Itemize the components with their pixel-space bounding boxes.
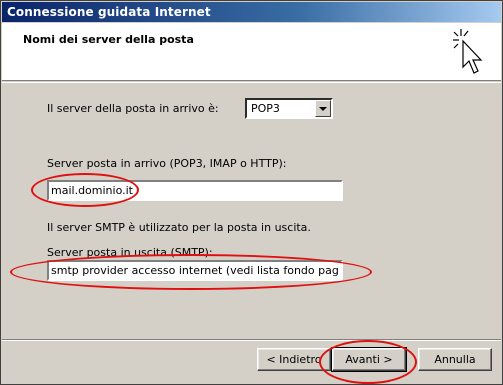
next-button[interactable]: Avanti >: [331, 347, 407, 372]
outgoing-server-field[interactable]: [47, 260, 343, 281]
cursor-sparkle-icon: [453, 29, 483, 74]
title-bar[interactable]: Connessione guidata Internet: [2, 2, 501, 22]
wizard-header: Nomi dei server della posta: [2, 23, 501, 81]
incoming-type-select[interactable]: POP3: [245, 98, 333, 119]
back-button[interactable]: < Indietro: [257, 348, 331, 371]
incoming-server-input[interactable]: [49, 182, 341, 199]
outgoing-server-input[interactable]: [49, 262, 341, 279]
outgoing-server-label: Server posta in uscita (SMTP):: [47, 246, 213, 259]
window-title: Connessione guidata Internet: [7, 5, 211, 19]
footer-divider: [2, 339, 501, 341]
wizard-window: Connessione guidata Internet Nomi dei se…: [0, 0, 503, 385]
incoming-type-value: POP3: [251, 102, 280, 115]
incoming-server-field[interactable]: [47, 180, 343, 201]
smtp-info-text: Il server SMTP è utilizzato per la posta…: [47, 221, 311, 234]
chevron-down-icon[interactable]: [315, 100, 331, 117]
cancel-button[interactable]: Annulla: [418, 348, 492, 371]
incoming-server-label: Server posta in arrivo (POP3, IMAP o HTT…: [47, 157, 287, 170]
page-subtitle: Nomi dei server della posta: [23, 33, 194, 46]
incoming-type-label: Il server della posta in arrivo è:: [47, 102, 219, 115]
